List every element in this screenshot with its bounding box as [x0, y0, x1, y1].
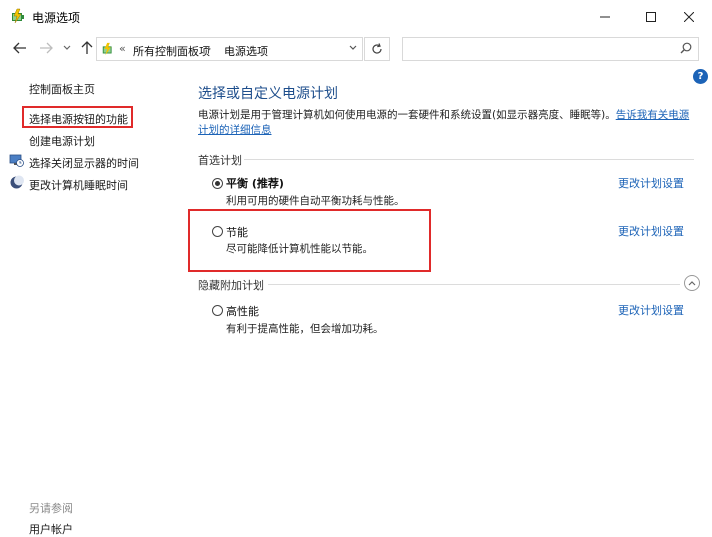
highlight-box-power-saver	[188, 209, 431, 272]
breadcrumb-overflow[interactable]: «	[119, 42, 126, 55]
page-title: 选择或自定义电源计划	[198, 86, 338, 102]
search-icon[interactable]	[680, 42, 692, 57]
breadcrumb-power-options[interactable]: 电源选项	[224, 43, 268, 59]
chevron-up-icon	[688, 281, 696, 286]
plan-balanced-name[interactable]: 平衡 (推荐)	[226, 175, 284, 191]
monitor-clock-icon	[9, 154, 24, 167]
sidebar: 控制面板主页 选择电源按钮的功能 创建电源计划 选择关闭显示器的时间 更改计算机…	[0, 63, 180, 537]
sidebar-item-control-panel-home[interactable]: 控制面板主页	[29, 81, 95, 97]
sidebar-item-sleep-time[interactable]: 更改计算机睡眠时间	[29, 177, 128, 193]
address-input[interactable]: « 所有控制面板项 › 电源选项	[96, 37, 363, 61]
close-icon	[684, 11, 694, 22]
search-input[interactable]	[407, 41, 667, 57]
arrow-left-icon	[13, 42, 26, 54]
address-dropdown-button[interactable]	[348, 41, 358, 58]
minimize-button[interactable]	[582, 0, 628, 33]
forward-button[interactable]	[36, 38, 56, 58]
up-button[interactable]	[77, 38, 97, 58]
maximize-icon	[646, 11, 656, 22]
preferred-plans-heading: 首选计划	[198, 154, 242, 167]
breadcrumb-control-panel[interactable]: 所有控制面板项	[133, 43, 210, 59]
window-title: 电源选项	[32, 11, 81, 25]
title-bar: 电源选项	[0, 0, 712, 33]
plan-high-performance-radio[interactable]	[212, 305, 223, 316]
chevron-down-icon	[349, 45, 357, 50]
see-also-heading: 另请参阅	[29, 502, 73, 515]
plan-balanced-desc: 利用可用的硬件自动平衡功耗与性能。	[226, 195, 405, 207]
plan-high-performance-name[interactable]: 高性能	[226, 303, 259, 319]
back-button[interactable]	[10, 38, 30, 58]
help-icon[interactable]: ?	[693, 69, 708, 84]
address-bar: « 所有控制面板项 › 电源选项	[0, 33, 712, 63]
plan-balanced-change-link[interactable]: 更改计划设置	[618, 175, 684, 191]
recent-locations-button[interactable]	[60, 38, 74, 58]
moon-icon	[10, 175, 24, 189]
arrow-right-icon	[40, 42, 53, 54]
refresh-button[interactable]	[364, 37, 390, 61]
minimize-icon	[600, 16, 610, 17]
breadcrumb-separator[interactable]: ›	[207, 42, 211, 55]
plan-high-performance-desc: 有利于提高性能，但会增加功耗。	[226, 323, 384, 335]
plan-power-saver-change-link[interactable]: 更改计划设置	[618, 223, 684, 239]
preferred-divider	[244, 159, 694, 160]
sidebar-item-create-power-plan[interactable]: 创建电源计划	[29, 133, 95, 149]
sidebar-item-display-off-time[interactable]: 选择关闭显示器的时间	[29, 155, 139, 171]
chevron-down-icon	[63, 45, 71, 50]
plan-balanced-radio[interactable]	[212, 178, 223, 189]
power-options-icon	[102, 42, 112, 56]
power-options-icon	[12, 8, 24, 24]
search-box	[402, 37, 699, 61]
hidden-divider	[268, 284, 680, 285]
description-text: 电源计划是用于管理计算机如何使用电源的一套硬件和系统设置(如显示器亮度、睡眠等)…	[198, 109, 616, 121]
highlight-box-power-button	[22, 106, 133, 128]
sidebar-item-user-accounts[interactable]: 用户帐户	[29, 521, 73, 537]
page-description: 电源计划是用于管理计算机如何使用电源的一套硬件和系统设置(如显示器亮度、睡眠等)…	[198, 108, 698, 138]
plan-high-performance-change-link[interactable]: 更改计划设置	[618, 302, 684, 318]
refresh-icon	[372, 43, 382, 54]
close-button[interactable]	[666, 0, 712, 33]
hidden-plans-heading: 隐藏附加计划	[198, 279, 264, 292]
collapse-hidden-plans-button[interactable]	[684, 275, 700, 291]
arrow-up-icon	[81, 41, 93, 54]
